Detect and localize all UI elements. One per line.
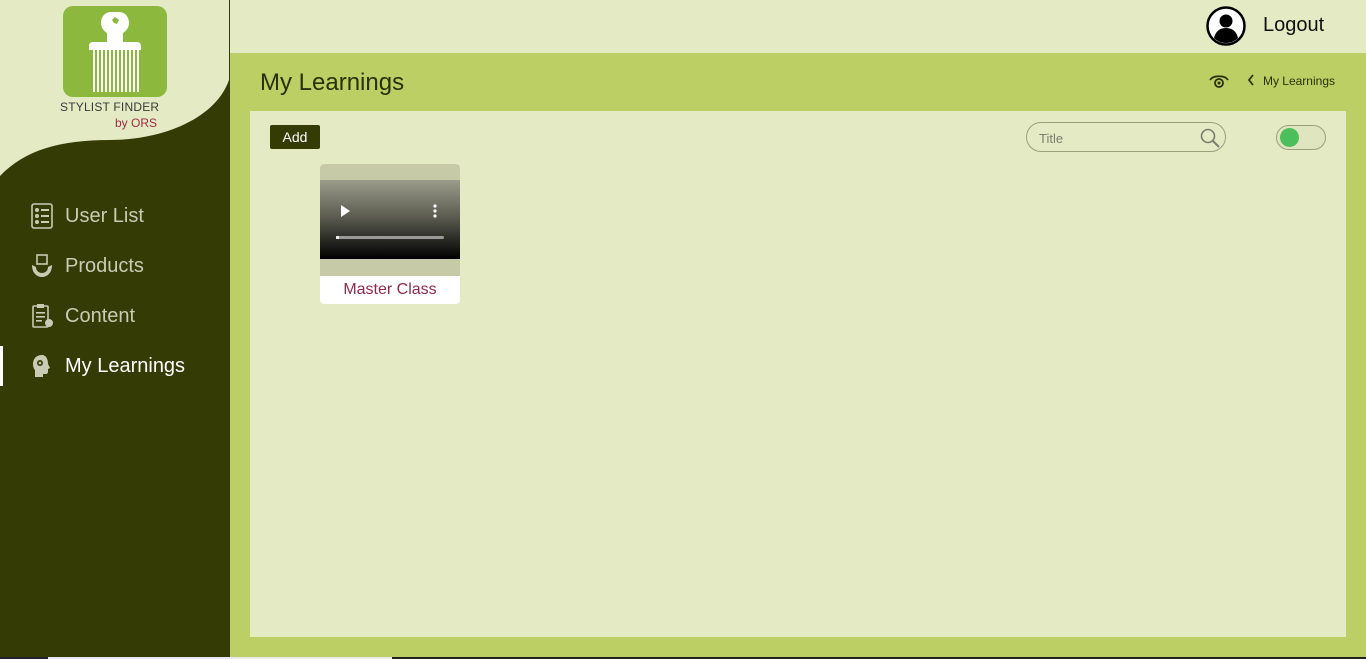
sidebar-item-user-list[interactable]: User List xyxy=(0,196,230,236)
content-panel: Add Master Class xyxy=(250,111,1346,637)
page-title: My Learnings xyxy=(260,69,405,96)
play-icon[interactable] xyxy=(340,204,350,217)
brand-name: STYLIST FINDER xyxy=(60,100,160,114)
top-bar: Logout xyxy=(230,0,1366,53)
video-player[interactable] xyxy=(320,164,460,276)
search-icon[interactable] xyxy=(1199,127,1221,149)
content-icon xyxy=(30,303,54,329)
eye-icon[interactable] xyxy=(1209,73,1229,89)
more-options-icon[interactable] xyxy=(433,203,437,219)
sidebar: STYLIST FINDER by ORS User List Products… xyxy=(0,0,230,659)
products-icon xyxy=(30,253,54,279)
breadcrumb-current: My Learnings xyxy=(1262,74,1335,88)
sidebar-item-label: User List xyxy=(65,204,144,227)
learning-icon xyxy=(30,353,54,379)
sidebar-nav: User List Products Content My Learnings xyxy=(0,196,230,396)
view-toggle[interactable] xyxy=(1276,125,1326,150)
toggle-knob xyxy=(1280,128,1299,147)
user-circle-icon[interactable] xyxy=(1206,6,1246,46)
video-frame xyxy=(320,180,460,259)
video-progress-bar[interactable] xyxy=(336,236,444,239)
chevron-left-icon[interactable] xyxy=(1247,73,1255,89)
sidebar-item-label: Content xyxy=(65,304,136,327)
breadcrumb: My Learnings xyxy=(1209,73,1335,89)
user-list-icon xyxy=(30,203,54,229)
sidebar-item-content[interactable]: Content xyxy=(0,296,230,336)
brand-byline: by ORS xyxy=(115,116,158,130)
search-box xyxy=(1026,122,1226,152)
sidebar-item-products[interactable]: Products xyxy=(0,246,230,286)
page-header: My Learnings My Learnings Add Title Mast… xyxy=(230,53,1366,659)
card-title: Master Class xyxy=(343,281,437,298)
logo[interactable] xyxy=(63,6,167,97)
learning-card[interactable]: Master Class xyxy=(320,164,460,304)
comb-logo-icon xyxy=(89,12,141,92)
logout-button[interactable]: Logout xyxy=(1263,14,1324,37)
sidebar-item-label: My Learnings xyxy=(65,354,186,377)
add-button[interactable]: Add xyxy=(270,125,320,149)
sidebar-item-my-learnings[interactable]: My Learnings xyxy=(0,346,230,386)
title-search-input[interactable] xyxy=(1039,129,1199,147)
sidebar-item-label: Products xyxy=(65,254,144,277)
